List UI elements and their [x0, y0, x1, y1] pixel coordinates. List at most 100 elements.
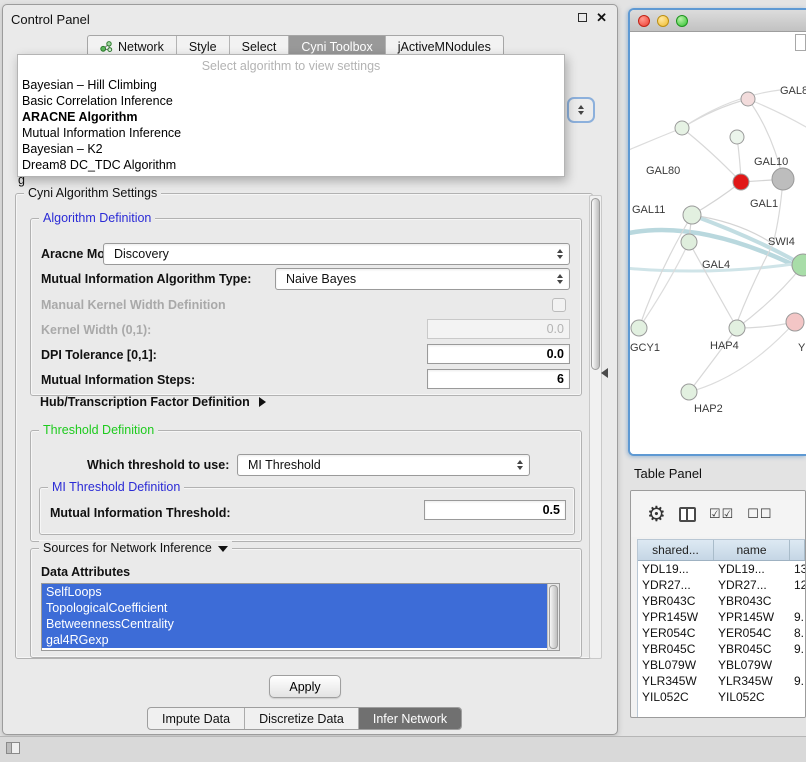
- zoom-window-icon[interactable]: [676, 15, 688, 27]
- kernel-width-input[interactable]: [427, 319, 570, 339]
- network-edge: [738, 244, 773, 320]
- attribute-item-betweennesscentrality[interactable]: BetweennessCentrality: [42, 616, 547, 632]
- table-row[interactable]: YDL19...YDL19...13: [638, 561, 805, 577]
- table-toolbar: ⚙ ☑☑ ☐☐: [631, 491, 805, 537]
- algorithm-option-dream8-dc-tdc-algorithm[interactable]: Dream8 DC_TDC Algorithm: [18, 157, 564, 173]
- float-window-icon[interactable]: [578, 13, 587, 22]
- network-view-window[interactable]: GAL80GAL80GAL10GAL11GAL1SWI4GAL4GCY1HAP4…: [628, 8, 806, 456]
- table-cell: 9.: [790, 674, 805, 688]
- mi-steps-input[interactable]: [427, 369, 570, 389]
- mi-type-label: Mutual Information Algorithm Type:: [41, 272, 251, 286]
- scrollbar-thumb[interactable]: [549, 585, 558, 649]
- network-node[interactable]: [792, 254, 806, 276]
- network-node-label: SWI4: [768, 236, 795, 248]
- bottom-tab-infer-network[interactable]: Infer Network: [359, 708, 461, 729]
- panel-splitter-icon[interactable]: [601, 368, 608, 378]
- network-node[interactable]: [733, 174, 749, 190]
- manual-kernel-checkbox[interactable]: [552, 298, 566, 312]
- network-node[interactable]: [675, 121, 689, 135]
- algorithm-option-mutual-information-inference[interactable]: Mutual Information Inference: [18, 125, 564, 141]
- network-node[interactable]: [683, 206, 701, 224]
- minimize-window-icon[interactable]: [657, 15, 669, 27]
- mi-type-select[interactable]: Naive Bayes: [275, 268, 570, 290]
- manual-kernel-label: Manual Kernel Width Definition: [41, 298, 226, 312]
- network-canvas[interactable]: GAL80GAL80GAL10GAL11GAL1SWI4GAL4GCY1HAP4…: [630, 32, 806, 456]
- bottom-tab-impute-data[interactable]: Impute Data: [148, 708, 245, 729]
- sources-group: Sources for Network Inference Data Attri…: [30, 548, 582, 658]
- stepper-down-icon: [578, 111, 584, 115]
- cyni-settings-group: Cyni Algorithm Settings Algorithm Defini…: [15, 193, 593, 659]
- settings-scrollbar[interactable]: [589, 195, 602, 659]
- hub-definition-expander[interactable]: Hub/Transcription Factor Definition: [40, 395, 266, 409]
- mi-threshold-group: MI Threshold Definition Mutual Informati…: [39, 487, 575, 535]
- table-cell: YDR27...: [714, 578, 790, 592]
- tab-label: Style: [189, 40, 217, 54]
- attribute-item-topologicalcoefficient[interactable]: TopologicalCoefficient: [42, 600, 547, 616]
- table-cell: YER054C: [638, 626, 714, 640]
- mi-threshold-input[interactable]: [424, 500, 566, 520]
- apply-button[interactable]: Apply: [269, 675, 341, 698]
- table-cell: YLR345W: [638, 674, 714, 688]
- network-scrollbar-fragment[interactable]: [795, 34, 806, 51]
- threshold-definition-title: Threshold Definition: [39, 423, 158, 438]
- algorithm-option-bayesian-hill-climbing[interactable]: Bayesian – Hill Climbing: [18, 77, 564, 93]
- table-cell: 13: [790, 562, 805, 576]
- deselect-all-icon[interactable]: ☐☐: [747, 507, 772, 522]
- gear-icon[interactable]: ⚙: [647, 503, 666, 525]
- columns-icon[interactable]: [679, 507, 696, 522]
- network-node[interactable]: [786, 313, 804, 331]
- algorithm-combo-stepper[interactable]: [567, 97, 595, 123]
- network-node[interactable]: [681, 384, 697, 400]
- network-node[interactable]: [741, 92, 755, 106]
- attribute-list-scrollbar[interactable]: [547, 584, 559, 650]
- column-header-2[interactable]: [790, 540, 805, 560]
- table-row[interactable]: YBR045CYBR045C9.: [638, 641, 805, 657]
- network-icon: [100, 40, 113, 53]
- table-body: YDL19...YDL19...13YDR27...YDR27...12YBR0…: [638, 561, 805, 705]
- table-cell: YBR043C: [638, 594, 714, 608]
- table-row[interactable]: YLR345WYLR345W9.: [638, 673, 805, 689]
- table-cell: YER054C: [714, 626, 790, 640]
- attribute-item-selfloops[interactable]: SelfLoops: [42, 584, 547, 600]
- table-cell: YIL052C: [638, 690, 714, 704]
- network-node[interactable]: [730, 130, 744, 144]
- table-row[interactable]: YIL052CYIL052C: [638, 689, 805, 705]
- algorithm-option-aracne-algorithm[interactable]: ARACNE Algorithm: [18, 109, 564, 125]
- network-node[interactable]: [681, 234, 697, 250]
- close-icon[interactable]: ✕: [596, 12, 607, 23]
- bottom-tab-discretize-data[interactable]: Discretize Data: [245, 708, 359, 729]
- sources-group-title[interactable]: Sources for Network Inference: [39, 541, 232, 556]
- column-header-name[interactable]: name: [714, 540, 790, 560]
- network-canvas-svg: GAL80GAL80GAL10GAL11GAL1SWI4GAL4GCY1HAP4…: [630, 32, 806, 456]
- aracne-mode-select[interactable]: Discovery: [103, 243, 570, 265]
- scrollbar-thumb[interactable]: [591, 198, 600, 370]
- algorithm-dropdown-popup: Select algorithm to view settings Bayesi…: [17, 54, 565, 177]
- algorithm-option-basic-correlation-inference[interactable]: Basic Correlation Inference: [18, 93, 564, 109]
- column-header-shared[interactable]: shared...: [638, 540, 714, 560]
- table-cell: YDR27...: [638, 578, 714, 592]
- network-edge: [639, 242, 689, 328]
- close-window-icon[interactable]: [638, 15, 650, 27]
- dpi-tolerance-input[interactable]: [427, 344, 570, 364]
- table-cell: 9.: [790, 610, 805, 624]
- bottom-tab-strip: Impute DataDiscretize DataInfer Network: [147, 707, 462, 730]
- network-node[interactable]: [772, 168, 794, 190]
- network-window-titlebar[interactable]: [630, 10, 806, 32]
- table-row[interactable]: YER054CYER054C8.: [638, 625, 805, 641]
- table-row[interactable]: YPR145WYPR145W9.: [638, 609, 805, 625]
- attribute-item-gal4rgexp[interactable]: gal4RGexp: [42, 632, 547, 648]
- select-all-icon[interactable]: ☑☑: [709, 507, 734, 522]
- table-row[interactable]: YDR27...YDR27...12: [638, 577, 805, 593]
- minimized-panel-icon[interactable]: [6, 742, 20, 754]
- table-row[interactable]: YBR043CYBR043C: [638, 593, 805, 609]
- algorithm-dropdown-list: Bayesian – Hill ClimbingBasic Correlatio…: [18, 77, 564, 173]
- table-cell: 12: [790, 578, 805, 592]
- which-threshold-select[interactable]: MI Threshold: [237, 454, 530, 476]
- sources-title-text: Sources for Network Inference: [43, 541, 212, 556]
- hub-definition-label: Hub/Transcription Factor Definition: [40, 395, 250, 409]
- attribute-list[interactable]: SelfLoopsTopologicalCoefficientBetweenne…: [41, 583, 560, 651]
- network-node[interactable]: [729, 320, 745, 336]
- algorithm-option-bayesian-k2[interactable]: Bayesian – K2: [18, 141, 564, 157]
- table-row[interactable]: YBL079WYBL079W: [638, 657, 805, 673]
- network-node[interactable]: [631, 320, 647, 336]
